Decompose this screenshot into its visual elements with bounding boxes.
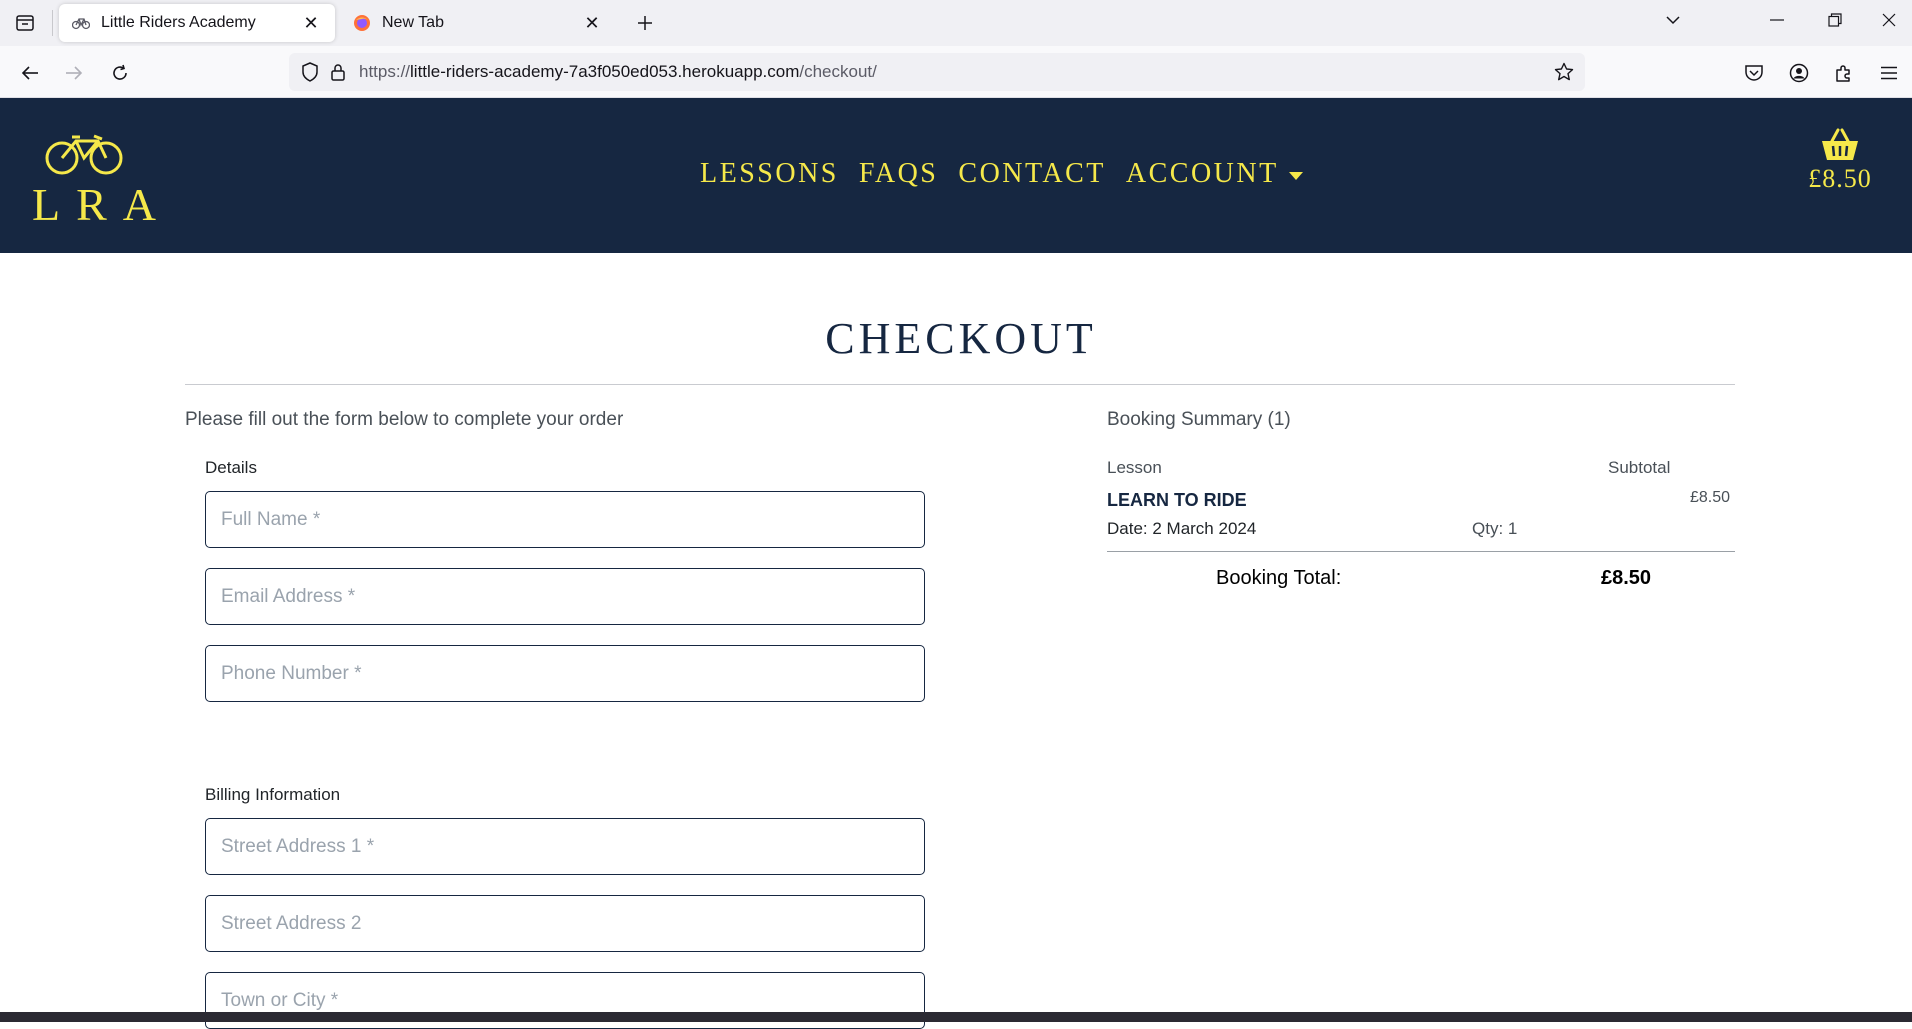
url-host: little-riders-academy-7a3f050ed053.herok… xyxy=(410,62,800,81)
bookmark-star-icon[interactable] xyxy=(1551,59,1577,85)
browser-tab-bar: Little Riders Academy ✕ New Tab ✕ xyxy=(0,0,1912,46)
basket-total: £8.50 xyxy=(1808,164,1872,193)
phone-input[interactable] xyxy=(205,645,925,702)
pocket-icon xyxy=(1745,65,1763,81)
tab-close-icon[interactable]: ✕ xyxy=(580,11,604,35)
taskbar-strip xyxy=(0,1012,1912,1022)
full-name-input[interactable] xyxy=(205,491,925,548)
forward-button[interactable] xyxy=(58,57,90,89)
details-label: Details xyxy=(205,458,257,477)
booking-total-value: £8.50 xyxy=(1601,567,1652,589)
plus-icon xyxy=(638,16,652,30)
nav-account[interactable]: ACCOUNT xyxy=(1126,158,1303,190)
arrow-right-icon xyxy=(66,66,83,80)
minimize-icon xyxy=(1770,19,1784,21)
lesson-column-header: Lesson xyxy=(1107,458,1162,477)
url-bar[interactable]: https://little-riders-academy-7a3f050ed0… xyxy=(289,53,1585,91)
nav-faqs[interactable]: FAQS xyxy=(859,158,939,190)
bicycle-icon xyxy=(71,13,91,33)
extensions-button[interactable] xyxy=(1828,57,1860,89)
tab-new-tab[interactable]: New Tab ✕ xyxy=(340,4,616,42)
back-button[interactable] xyxy=(14,57,46,89)
subtotal-column-header: Subtotal xyxy=(1608,458,1671,477)
new-tab-button[interactable] xyxy=(630,8,660,38)
lesson-name: LEARN TO RIDE xyxy=(1107,490,1247,510)
basket-icon xyxy=(1822,128,1858,160)
tab-list-button[interactable] xyxy=(10,8,40,38)
summary-divider xyxy=(1107,551,1735,552)
account-button[interactable] xyxy=(1783,57,1815,89)
street-address-2-input[interactable] xyxy=(205,895,925,952)
arrow-left-icon xyxy=(21,66,38,80)
hamburger-menu-icon xyxy=(1881,66,1897,80)
shield-icon[interactable] xyxy=(297,59,323,85)
lesson-price: £8.50 xyxy=(1690,489,1731,506)
puzzle-icon xyxy=(1836,65,1850,82)
url-scheme: https:// xyxy=(359,62,411,81)
tab-little-riders[interactable]: Little Riders Academy ✕ xyxy=(59,4,335,42)
minimize-button[interactable] xyxy=(1754,0,1800,40)
logo-text: LRA xyxy=(32,179,172,230)
browser-nav-bar: https://little-riders-academy-7a3f050ed0… xyxy=(0,46,1912,98)
nav-lessons[interactable]: LESSONS xyxy=(700,158,839,190)
tab-title: Little Riders Academy xyxy=(101,14,256,31)
lock-icon[interactable] xyxy=(325,59,351,85)
main-nav: LESSONS FAQS CONTACT ACCOUNT xyxy=(700,158,1303,190)
menu-button[interactable] xyxy=(1873,57,1905,89)
pocket-button[interactable] xyxy=(1738,57,1770,89)
tab-separator xyxy=(52,10,53,36)
url-text[interactable]: https://little-riders-academy-7a3f050ed0… xyxy=(359,62,877,82)
chevron-down-icon xyxy=(1666,16,1680,25)
tab-title: New Tab xyxy=(382,14,444,31)
street-address-1-input[interactable] xyxy=(205,818,925,875)
booking-total-label: Booking Total: xyxy=(1216,567,1342,589)
lesson-date: Date: 2 March 2024 xyxy=(1107,519,1257,538)
nav-account-label: ACCOUNT xyxy=(1125,158,1279,189)
close-window-button[interactable] xyxy=(1866,0,1912,40)
billing-label: Billing Information xyxy=(205,785,341,804)
list-all-tabs-button[interactable] xyxy=(1650,0,1696,40)
email-input[interactable] xyxy=(205,568,925,625)
reload-button[interactable] xyxy=(104,57,136,89)
page-title: CHECKOUT xyxy=(825,314,1097,363)
restore-button[interactable] xyxy=(1812,0,1858,40)
tab-close-icon[interactable]: ✕ xyxy=(299,11,323,35)
firefox-icon xyxy=(352,13,372,33)
tab-list-icon xyxy=(16,15,34,31)
nav-contact[interactable]: CONTACT xyxy=(958,158,1105,190)
caret-down-icon xyxy=(1288,171,1303,180)
close-icon xyxy=(1882,13,1896,27)
basket-link[interactable]: £8.50 xyxy=(1800,128,1880,194)
reload-icon xyxy=(113,64,127,80)
url-path: /checkout/ xyxy=(799,62,877,81)
site-header: LRA LESSONS FAQS CONTACT ACCOUNT £8.50 xyxy=(0,98,1912,253)
title-divider xyxy=(185,384,1735,385)
restore-icon xyxy=(1828,13,1842,27)
lesson-qty: Qty: 1 xyxy=(1472,519,1518,538)
checkout-intro: Please fill out the form below to comple… xyxy=(185,409,624,430)
account-icon xyxy=(1789,63,1809,83)
booking-summary-title: Booking Summary (1) xyxy=(1107,409,1291,430)
